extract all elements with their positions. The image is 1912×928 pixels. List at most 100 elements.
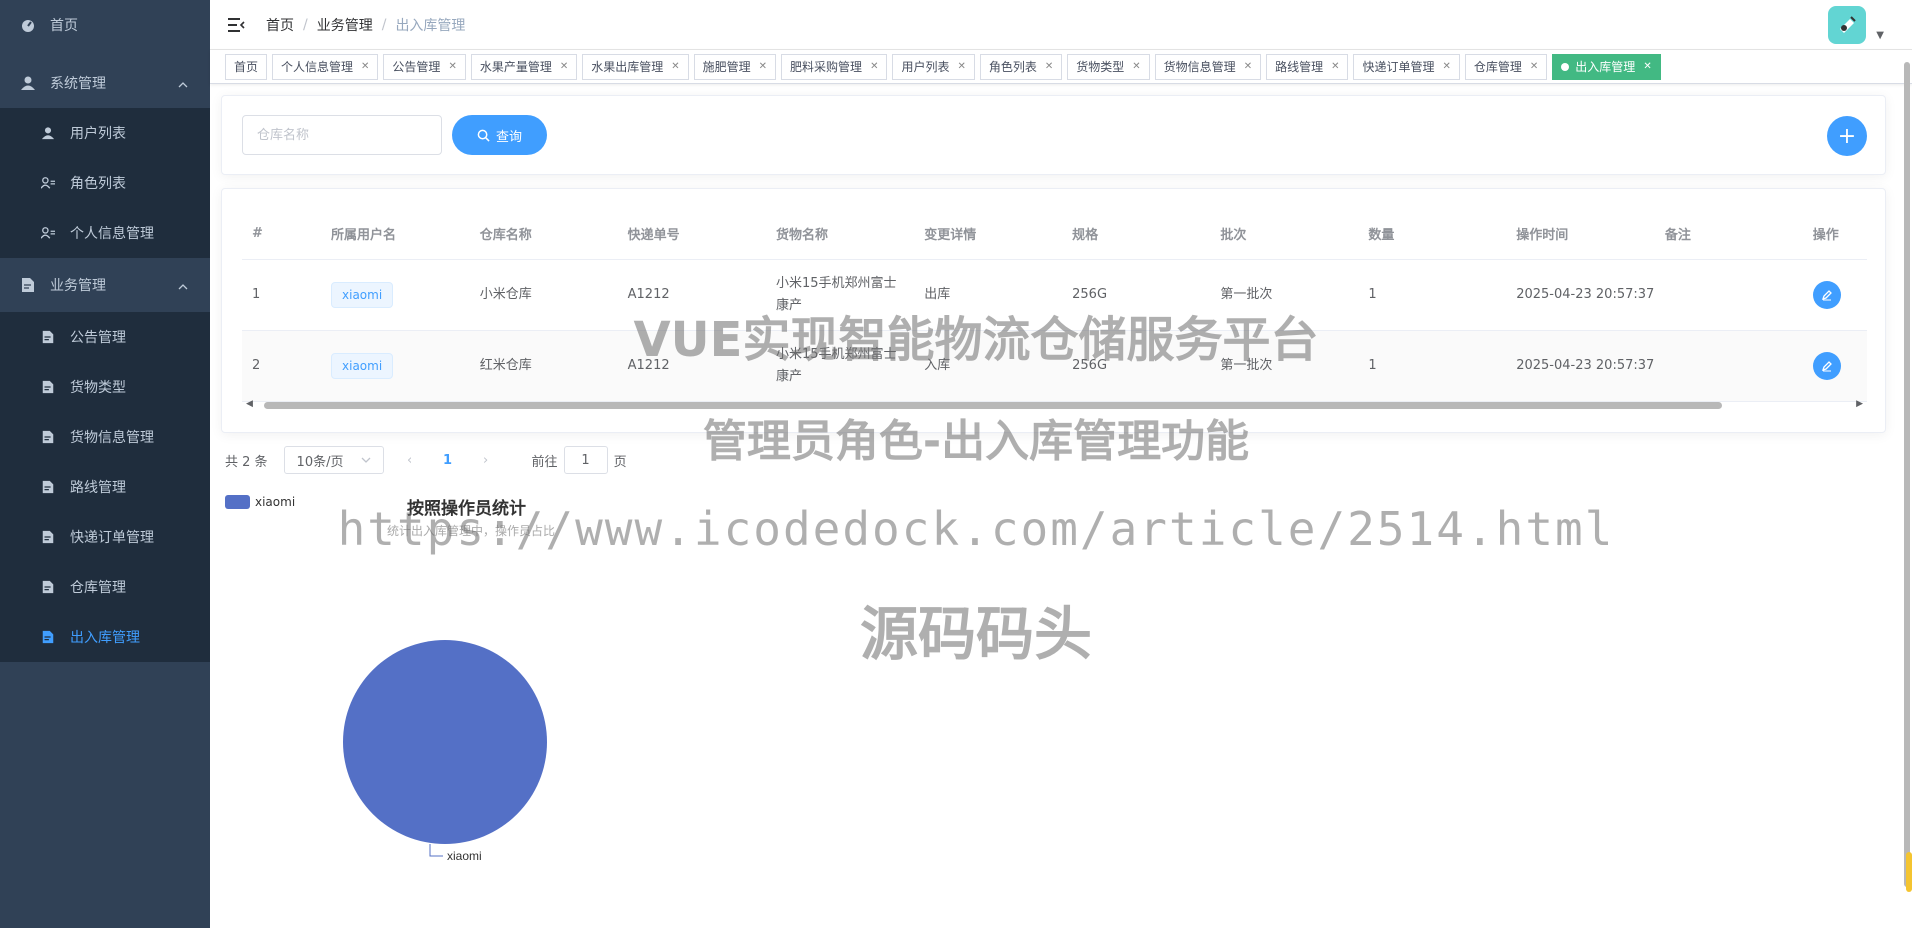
- close-icon[interactable]: ✕: [560, 55, 568, 79]
- edit-button[interactable]: [1812, 280, 1841, 309]
- close-icon[interactable]: ✕: [1132, 55, 1140, 79]
- search-button[interactable]: 查询: [452, 115, 547, 155]
- tag-item[interactable]: 肥料采购管理 ✕: [781, 53, 888, 80]
- sidebar-item-role-list[interactable]: 角色列表: [0, 158, 210, 208]
- close-icon[interactable]: ✕: [1331, 55, 1339, 79]
- top-navbar: 首页 / 业务管理 / 出入库管理 ▼: [210, 0, 1912, 50]
- tag-label: 角色列表: [988, 59, 1037, 74]
- document-icon: [20, 277, 36, 293]
- tag-item[interactable]: 用户列表 ✕: [892, 53, 975, 80]
- tag-item[interactable]: 施肥管理 ✕: [693, 53, 777, 80]
- sidebar-item-route[interactable]: 路线管理: [0, 462, 210, 512]
- document-icon: [40, 529, 56, 545]
- cell-warehouse: 小米仓库: [469, 259, 618, 331]
- hamburger-icon[interactable]: [226, 15, 246, 35]
- caret-down-icon[interactable]: ▼: [1876, 30, 1884, 41]
- sidebar-group-system[interactable]: 系统管理: [0, 58, 210, 108]
- user-card-icon: [40, 225, 56, 241]
- tag-label: 货物信息管理: [1163, 59, 1236, 74]
- stock-io-table: # 所属用户名 仓库名称 快递单号 货物名称 变更详情 规格 批次 数量 操作时…: [242, 209, 1867, 402]
- tag-item[interactable]: 角色列表 ✕: [979, 53, 1063, 80]
- pagination-total: 共 2 条: [225, 454, 268, 470]
- tag-item[interactable]: 仓库管理 ✕: [1464, 53, 1548, 80]
- sidebar-item-label: 货物信息管理: [70, 430, 154, 446]
- page-size-select[interactable]: 10条/页: [283, 446, 384, 474]
- scroll-left-icon[interactable]: ◀: [246, 399, 253, 409]
- close-icon[interactable]: ✕: [361, 55, 369, 79]
- pie-slice-xiaomi[interactable]: [343, 640, 547, 844]
- tag-home[interactable]: 首页: [225, 53, 268, 80]
- document-icon: [40, 429, 56, 445]
- chevron-up-icon: [178, 77, 188, 93]
- page-jump-input[interactable]: [563, 446, 608, 474]
- close-icon[interactable]: ✕: [870, 55, 878, 79]
- side-handle[interactable]: [1906, 852, 1912, 892]
- document-icon: [40, 329, 56, 345]
- horizontal-scrollbar[interactable]: ◀ ▶: [242, 399, 1867, 411]
- edit-button[interactable]: [1812, 351, 1841, 380]
- sidebar-item-stock-io[interactable]: 出入库管理: [0, 612, 210, 662]
- scroll-right-icon[interactable]: ▶: [1856, 399, 1863, 409]
- tag-item[interactable]: 路线管理 ✕: [1266, 53, 1349, 80]
- tag-label: 个人信息管理: [281, 59, 354, 74]
- sidebar-item-express-order[interactable]: 快递订单管理: [0, 512, 210, 562]
- col-spec: 规格: [1062, 209, 1211, 260]
- sidebar-item-home[interactable]: 首页: [0, 0, 210, 50]
- close-icon[interactable]: ✕: [1643, 55, 1651, 79]
- cell-spec: 256G: [1062, 330, 1211, 402]
- close-icon[interactable]: ✕: [671, 55, 679, 79]
- watermark-brand: 源码码头: [859, 600, 1092, 668]
- sidebar-item-goods-info[interactable]: 货物信息管理: [0, 412, 210, 462]
- page-jumper: 前往 页: [532, 446, 627, 474]
- breadcrumb-home[interactable]: 首页: [266, 15, 294, 35]
- legend-swatch: [225, 495, 250, 509]
- cell-time: 2025-04-23 20:57:37: [1506, 259, 1655, 331]
- tag-item[interactable]: 快递订单管理 ✕: [1353, 53, 1460, 80]
- tag-label: 快递订单管理: [1362, 59, 1435, 74]
- close-icon[interactable]: ✕: [1443, 55, 1451, 79]
- close-icon[interactable]: ✕: [1530, 55, 1538, 79]
- next-page-button[interactable]: ›: [476, 453, 496, 468]
- close-icon[interactable]: ✕: [448, 55, 456, 79]
- scroll-thumb[interactable]: [264, 402, 1722, 409]
- tag-label: 出入库管理: [1575, 59, 1636, 74]
- close-icon[interactable]: ✕: [1244, 55, 1252, 79]
- tag-active[interactable]: 出入库管理 ✕: [1552, 53, 1661, 80]
- vertical-scroll-thumb[interactable]: [1904, 62, 1910, 887]
- tag-item[interactable]: 公告管理 ✕: [383, 53, 466, 80]
- sidebar-item-notice[interactable]: 公告管理: [0, 312, 210, 362]
- sidebar-item-user-list[interactable]: 用户列表: [0, 108, 210, 158]
- sidebar-item-label: 角色列表: [70, 176, 126, 192]
- sidebar-item-warehouse[interactable]: 仓库管理: [0, 562, 210, 612]
- chevron-up-icon: [178, 279, 188, 295]
- avatar[interactable]: [1828, 6, 1866, 44]
- tag-item[interactable]: 水果出库管理 ✕: [582, 53, 689, 80]
- search-icon: [477, 129, 490, 142]
- tag-item[interactable]: 水果产量管理 ✕: [470, 53, 578, 80]
- tag-item[interactable]: 货物类型 ✕: [1067, 53, 1150, 80]
- breadcrumb-business[interactable]: 业务管理: [317, 15, 373, 35]
- sidebar-group-label: 业务管理: [50, 278, 106, 294]
- cell-note: [1654, 259, 1803, 331]
- cell-user: xiaomi: [321, 259, 470, 331]
- add-button[interactable]: +: [1827, 116, 1867, 156]
- user-card-icon: [40, 175, 56, 191]
- document-icon: [40, 379, 56, 395]
- sidebar-group-business[interactable]: 业务管理: [0, 258, 210, 312]
- warehouse-name-input[interactable]: [242, 115, 442, 155]
- cell-tracking: A1212: [617, 330, 767, 402]
- prev-page-button[interactable]: ‹: [400, 453, 420, 468]
- pagination: 共 2 条 10条/页 ‹ 1 › 前往 页: [225, 446, 627, 474]
- tag-item[interactable]: 个人信息管理 ✕: [272, 53, 379, 80]
- close-icon[interactable]: ✕: [1045, 55, 1053, 79]
- vertical-scrollbar[interactable]: [1902, 50, 1912, 920]
- close-icon[interactable]: ✕: [759, 55, 767, 79]
- sidebar-item-goods-type[interactable]: 货物类型: [0, 362, 210, 412]
- close-icon[interactable]: ✕: [957, 55, 965, 79]
- tag-item[interactable]: 货物信息管理 ✕: [1154, 53, 1262, 80]
- sidebar-item-profile[interactable]: 个人信息管理: [0, 208, 210, 258]
- chart-legend[interactable]: xiaomi: [225, 495, 295, 509]
- search-button-label: 查询: [495, 128, 522, 144]
- page-number[interactable]: 1: [436, 453, 460, 468]
- cell-goods: 小米15手机郑州富士康产: [766, 259, 915, 331]
